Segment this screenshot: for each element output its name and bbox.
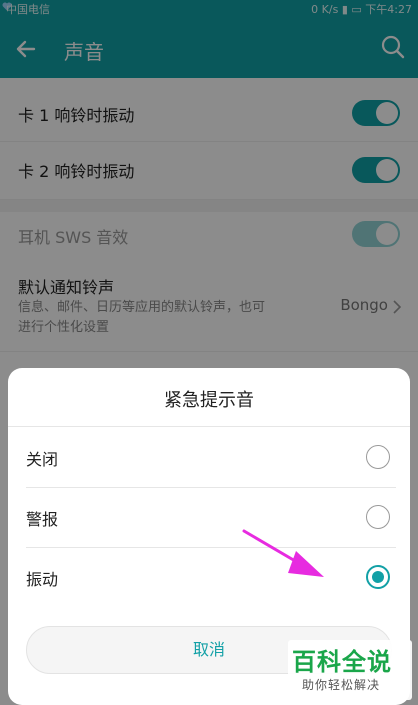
option-alarm[interactable]: 警报: [26, 488, 396, 548]
title-divider: [8, 426, 410, 427]
radio-alarm[interactable]: [366, 505, 390, 529]
option-label: 警报: [26, 510, 59, 529]
radio-vibrate[interactable]: [366, 565, 390, 589]
radio-off[interactable]: [366, 445, 390, 469]
option-off[interactable]: 关闭: [26, 428, 396, 488]
watermark-brand: 百科全说: [292, 648, 392, 676]
option-label: 振动: [26, 570, 59, 589]
option-label: 关闭: [26, 450, 59, 469]
option-vibrate[interactable]: 振动: [26, 548, 396, 608]
watermark-tagline: 助你轻松解决: [302, 678, 381, 692]
annotation-arrow-icon: [242, 529, 324, 577]
watermark-logo: 百科全说 助你轻松解决: [288, 640, 412, 700]
dialog-title: 紧急提示音: [164, 390, 254, 411]
